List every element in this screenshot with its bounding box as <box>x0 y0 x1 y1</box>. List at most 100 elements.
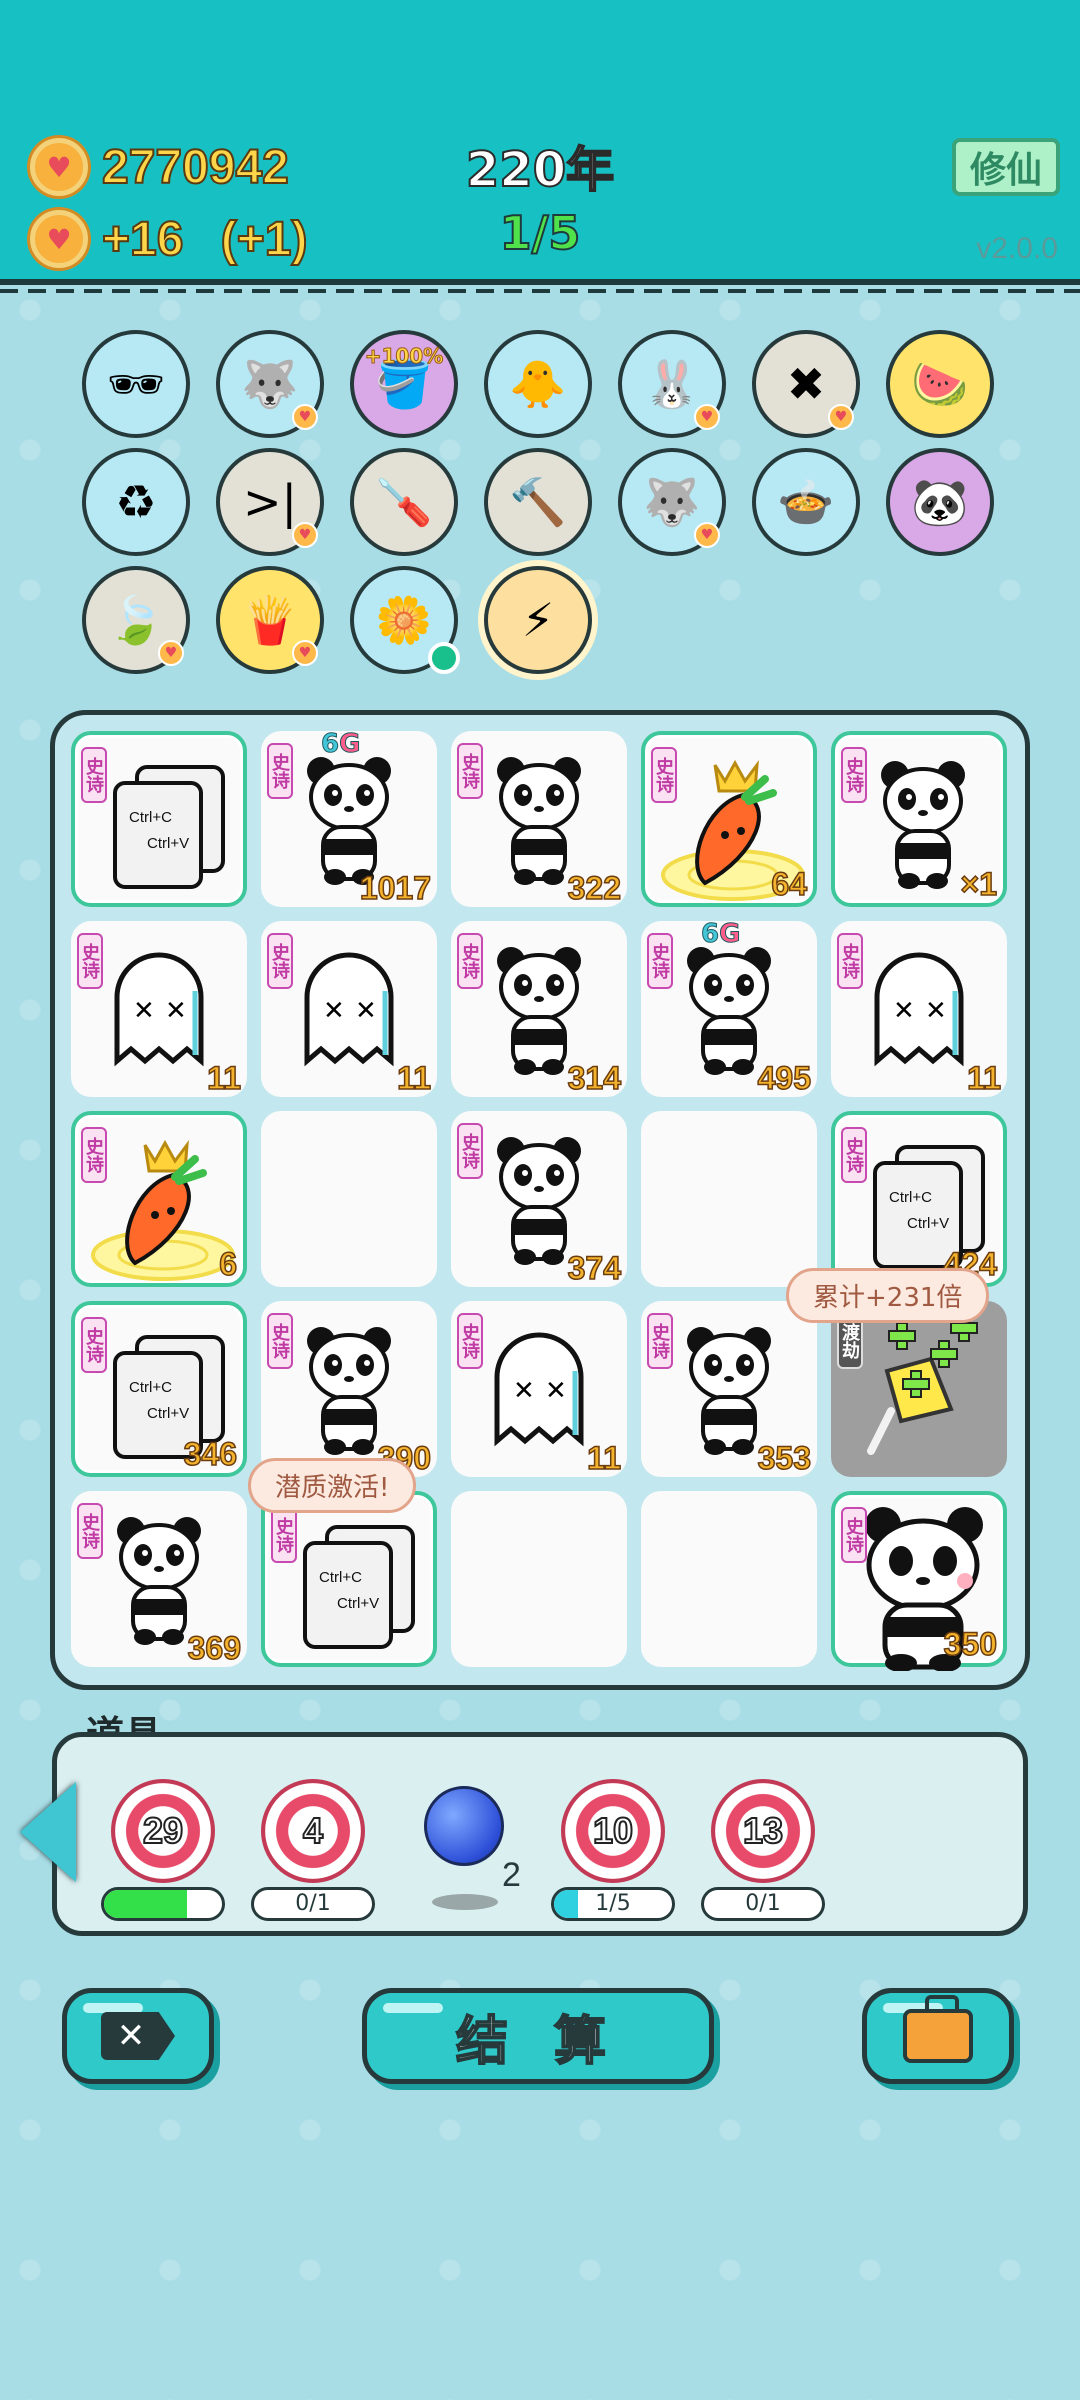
heart-badge-icon: ♥ <box>292 404 318 430</box>
ghost-slot[interactable]: ✕ ✕ 史诗 11 <box>451 1301 627 1477</box>
epic-tag: 史诗 <box>841 1127 867 1183</box>
progress-fill <box>554 1890 578 1918</box>
slot-value: 314 <box>567 1059 622 1097</box>
epic-tag: 史诗 <box>457 1313 483 1369</box>
slot-board: Ctrl+C Ctrl+V 史诗 史诗 6G 1017 史诗 322 史诗 64 史诗 ×1 <box>50 710 1030 1690</box>
income-row: ♥ +16 (+1) <box>30 210 308 268</box>
item-glyph: 🍟 <box>241 592 299 647</box>
item-caption: +100% <box>364 344 444 369</box>
flower-pot-icon[interactable]: 🌼 <box>350 566 460 674</box>
epic-tag: 史诗 <box>77 1503 103 1559</box>
button-shine <box>83 2003 143 2013</box>
chick-egg-icon[interactable]: 🐥 <box>484 330 592 438</box>
empty-slot[interactable] <box>641 1111 817 1287</box>
epic-tag: 史诗 <box>81 747 107 803</box>
target-item-icon[interactable]: 10 <box>561 1779 665 1883</box>
settle-button[interactable]: 结 算 <box>362 1988 714 2084</box>
panda-slot[interactable]: 史诗 6G 1017 <box>261 729 437 907</box>
paste-label: Ctrl+V <box>337 1595 380 1612</box>
button-shine <box>383 2003 443 2013</box>
target-item-icon[interactable]: 4 <box>261 1779 365 1883</box>
slot-value: 350 <box>943 1625 998 1663</box>
paste-label: Ctrl+V <box>147 1405 190 1422</box>
ghost-slot[interactable]: ✕ ✕ 史诗 11 <box>831 921 1007 1097</box>
cooking-pot-icon[interactable]: 🍲 <box>752 448 860 556</box>
empty-slot[interactable] <box>261 1111 437 1287</box>
item-glyph: ♻ <box>115 475 157 529</box>
item-glyph: ⚡ <box>521 593 555 647</box>
remove-tag-icon[interactable]: ✖ ♥ <box>752 330 860 438</box>
item-glyph: 🌼 <box>375 592 433 647</box>
epic-tag: 史诗 <box>651 747 677 803</box>
husky-icon[interactable]: 🐺 ♥ <box>216 330 324 438</box>
xiuxian-button[interactable]: 修仙 <box>952 138 1060 196</box>
settle-label: 结 算 <box>455 2011 621 2073</box>
epic-tag: 史诗 <box>841 1507 867 1563</box>
screwdriver-icon[interactable]: 🪛 <box>350 448 458 556</box>
stage-progress: 1/5 <box>499 205 582 261</box>
copy-slot[interactable]: Ctrl+C Ctrl+V 史诗 <box>71 731 247 907</box>
glasses-fruit-icon[interactable]: 🕶 <box>82 330 190 438</box>
lolly-slot[interactable]: 渡劫 <box>831 1301 1007 1477</box>
heart-badge-icon: ♥ <box>694 522 720 548</box>
charge-progress-bar: 0/1 <box>251 1887 375 1921</box>
fries-icon[interactable]: 🍟 ♥ <box>216 566 324 674</box>
item-glyph: 🐰 <box>643 356 701 411</box>
income-rate: +16 (+1) <box>101 212 308 267</box>
rabbit-icon[interactable]: 🐰 ♥ <box>618 330 726 438</box>
ball-shadow <box>432 1894 498 1910</box>
target-item-icon[interactable]: 29 <box>111 1779 215 1883</box>
fruit-bowl-icon[interactable]: 🍉 <box>886 330 994 438</box>
slot-value: 495 <box>757 1059 812 1097</box>
trash-bag-icon[interactable]: ♻ <box>82 448 190 556</box>
heart-badge-icon: ♥ <box>292 522 318 548</box>
slot-value: 11 <box>206 1059 241 1097</box>
briefcase-icon <box>903 1995 973 2063</box>
panda-slot[interactable]: 史诗 ×1 <box>831 731 1007 907</box>
lightning-icon[interactable]: ⚡ <box>484 566 592 674</box>
panda-slot[interactable]: 史诗 322 <box>451 731 627 907</box>
panda-slot[interactable]: 史诗 6G 495 <box>641 919 817 1097</box>
panda-slot[interactable]: 史诗 353 <box>641 1301 817 1477</box>
slot-value: 374 <box>567 1249 622 1287</box>
copy-slot[interactable]: Ctrl+C Ctrl+V 史诗 <box>261 1491 437 1667</box>
empty-slot[interactable] <box>451 1491 627 1667</box>
target-count: 29 <box>142 1809 184 1852</box>
heart-coin-icon: ♥ <box>30 138 88 196</box>
inventory-button[interactable] <box>862 1988 1014 2084</box>
panda-slot[interactable]: 史诗 369 <box>71 1491 247 1667</box>
bigpanda-slot[interactable]: 史诗 350 <box>831 1491 1007 1672</box>
target-item-icon[interactable]: 13 <box>711 1779 815 1883</box>
item-glyph: 🐺 <box>643 474 701 529</box>
bucket-icon[interactable]: 🪣 +100% <box>350 330 458 438</box>
wolf-icon[interactable]: 🐺 ♥ <box>618 448 726 556</box>
item-glyph: 🪛 <box>375 474 433 529</box>
carrot-slot[interactable]: 史诗 6 <box>71 1111 247 1287</box>
heart-coin-icon: ♥ <box>30 210 88 268</box>
skip-icon[interactable]: >| ♥ <box>216 448 324 556</box>
ghost-slot[interactable]: ✕ ✕ 史诗 11 <box>71 921 247 1097</box>
ball-count: 2 <box>502 1856 521 1894</box>
copy-slot[interactable]: Ctrl+C Ctrl+V 史诗 346 <box>71 1301 247 1477</box>
remove-button[interactable]: ✕ <box>62 1988 214 2084</box>
hammer-icon[interactable]: 🔨 <box>484 448 592 556</box>
epic-tag: 史诗 <box>267 1313 293 1369</box>
copy-slot[interactable]: Ctrl+C Ctrl+V 史诗 424 <box>831 1111 1007 1287</box>
item-glyph: >| <box>242 475 298 529</box>
item-glyph: 🍲 <box>777 474 835 529</box>
charge-progress-bar <box>101 1887 225 1921</box>
epic-tag: 史诗 <box>647 933 673 989</box>
panda-slot[interactable]: 史诗 390 <box>261 1301 437 1477</box>
carrot-slot[interactable]: 史诗 64 <box>641 731 817 907</box>
panda-slot[interactable]: 史诗 374 <box>451 1111 627 1287</box>
scroll-left-arrow-icon[interactable] <box>20 1782 76 1882</box>
leaf-icon[interactable]: 🍃 ♥ <box>82 566 190 674</box>
empty-slot[interactable] <box>641 1491 817 1667</box>
total-multiplier-bubble: 累计+231倍 <box>786 1268 990 1323</box>
panda-icon[interactable]: 🐼 <box>886 448 994 556</box>
copy-paste-label: Ctrl+C Ctrl+V <box>319 1565 379 1617</box>
panda-slot[interactable]: 史诗 314 <box>451 921 627 1097</box>
six-g-badge: 6G <box>700 919 740 950</box>
blueberry-ball-icon[interactable] <box>424 1786 504 1866</box>
ghost-slot[interactable]: ✕ ✕ 史诗 11 <box>261 921 437 1097</box>
